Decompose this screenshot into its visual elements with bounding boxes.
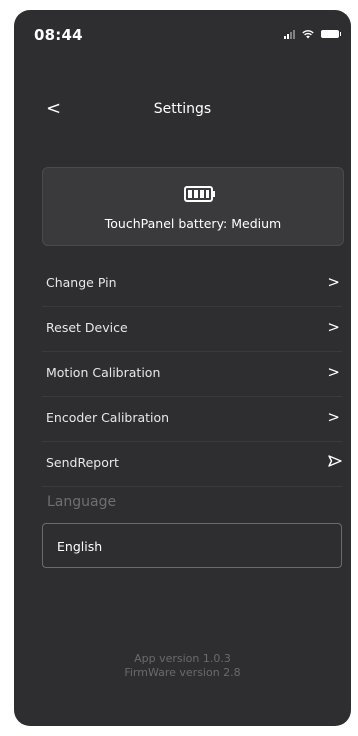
- language-value: English: [57, 539, 103, 554]
- language-label: Language: [47, 494, 117, 510]
- settings-menu: Change Pin > Reset Device > Motion Calib…: [42, 262, 342, 487]
- battery-status-text: TouchPanel battery: Medium: [43, 216, 343, 231]
- menu-item-label: Change Pin: [46, 275, 117, 290]
- menu-item-change-pin[interactable]: Change Pin >: [42, 262, 342, 307]
- menu-item-label: Motion Calibration: [46, 365, 161, 380]
- page-title: Settings: [153, 101, 212, 117]
- status-icons: [284, 29, 341, 39]
- send-icon: [328, 455, 342, 467]
- status-time: 08:44: [34, 26, 83, 44]
- battery-level: Medium: [231, 216, 282, 231]
- menu-item-send-report[interactable]: SendReport: [42, 442, 342, 487]
- version-info: App version 1.0.3 FirmWare version 2.8: [14, 652, 351, 680]
- wifi-icon: [302, 30, 314, 39]
- battery-card: TouchPanel battery: Medium: [42, 167, 344, 246]
- chevron-right-icon: >: [327, 363, 340, 381]
- chevron-right-icon: >: [327, 408, 340, 426]
- app-version: App version 1.0.3: [134, 652, 231, 665]
- signal-icon: [284, 29, 295, 39]
- menu-item-label: Encoder Calibration: [46, 410, 170, 425]
- menu-item-label: SendReport: [46, 455, 119, 470]
- battery-prefix: TouchPanel battery:: [104, 216, 228, 231]
- battery-icon: [184, 186, 215, 202]
- menu-item-motion-calibration[interactable]: Motion Calibration >: [42, 352, 342, 397]
- menu-item-encoder-calibration[interactable]: Encoder Calibration >: [42, 397, 342, 442]
- nav-bar: < Settings: [14, 98, 351, 122]
- menu-item-label: Reset Device: [46, 320, 128, 335]
- battery-status-icon: [321, 30, 341, 38]
- language-select[interactable]: English: [42, 523, 342, 568]
- firmware-version: FirmWare version 2.8: [124, 666, 241, 679]
- phone-screen: 08:44 < Settings TouchPanel battery: Med…: [14, 10, 351, 726]
- chevron-right-icon: >: [327, 318, 340, 336]
- menu-item-reset-device[interactable]: Reset Device >: [42, 307, 342, 352]
- chevron-right-icon: >: [327, 273, 340, 291]
- status-bar: 08:44: [14, 26, 351, 46]
